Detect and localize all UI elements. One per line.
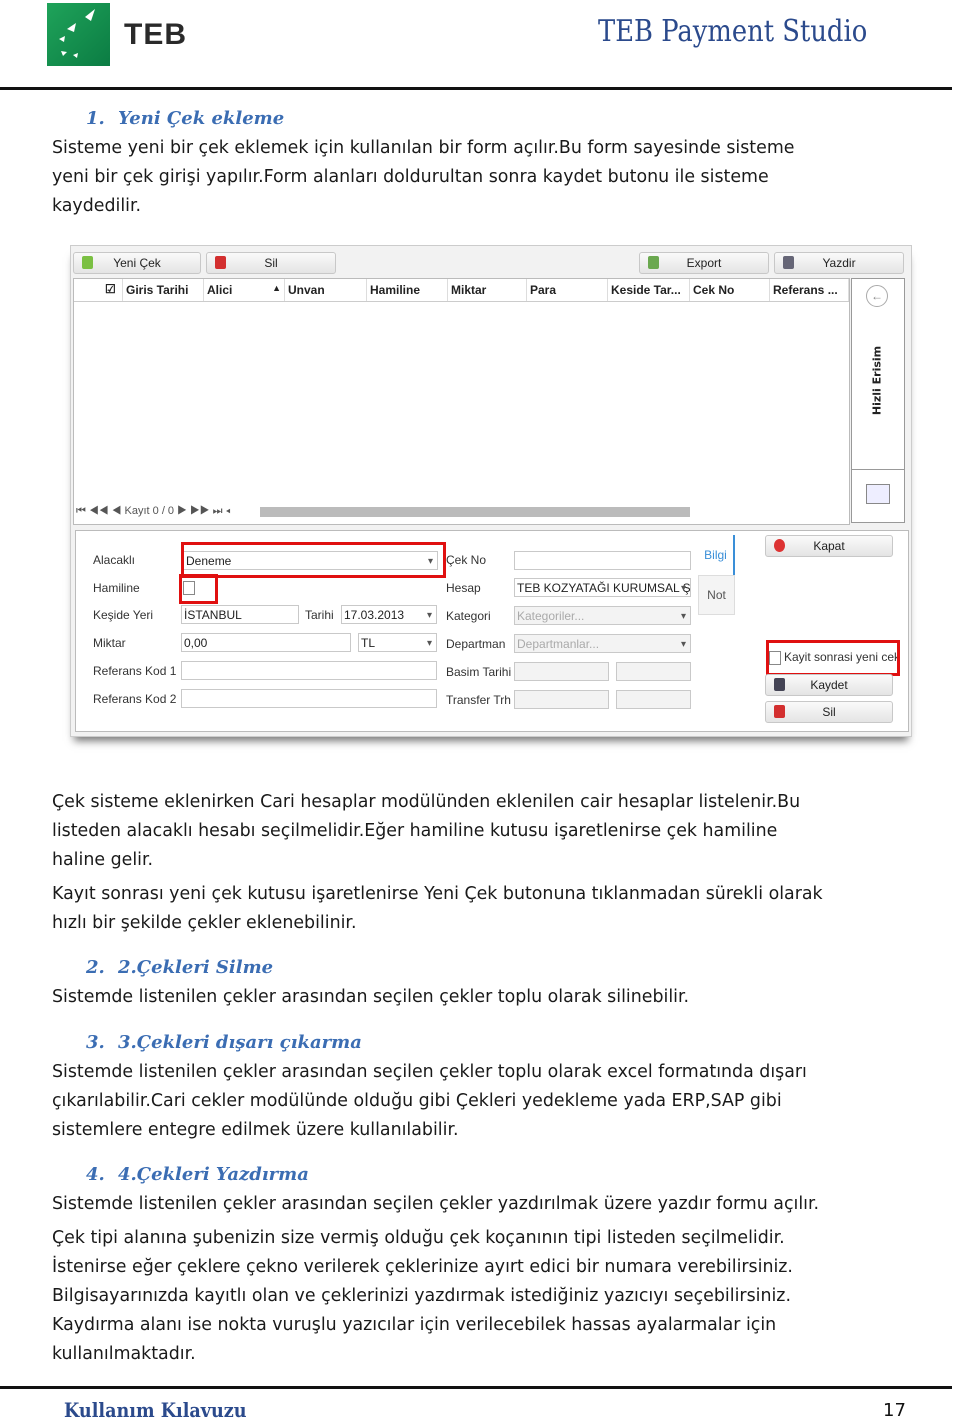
horizontal-scrollbar[interactable] (260, 507, 690, 517)
col-alici[interactable]: Alici ▲ (204, 279, 285, 301)
col-hamiline[interactable]: Hamiline (367, 279, 448, 301)
keside-yeri-label: Keşide Yeri (93, 608, 154, 622)
list-icon[interactable] (866, 484, 890, 504)
delete-icon (774, 705, 785, 718)
tab-bilgi[interactable]: Bilgi (698, 535, 735, 575)
back-arrow-icon[interactable]: ← (866, 285, 888, 307)
section-heading-3: 3. 3.Çekleri dışarı çıkarma (86, 1032, 362, 1053)
hesap-label: Hesap (446, 581, 481, 595)
basim-tarihi-label: Basim Tarihi (446, 665, 512, 679)
col-unvan[interactable]: Unvan (285, 279, 367, 301)
cekno-input[interactable] (514, 551, 691, 570)
delete-icon (215, 256, 226, 269)
section-3-text: Sistemde listenilen çekler arasından seç… (52, 1062, 807, 1140)
grid-header: ☑ Giris Tarihi Alici ▲ Unvan Hamiline Mik… (74, 279, 849, 302)
yeni-cek-button[interactable]: Yeni Çek (73, 252, 201, 274)
section-heading-2: 2. 2.Çekleri Silme (86, 957, 274, 978)
basim-tarihi-input-2[interactable] (616, 662, 691, 681)
print-form-explanation: Çek tipi alanına şubenizin size vermiş o… (52, 1228, 793, 1364)
export-button[interactable]: Export (639, 252, 769, 274)
footer-title: Kullanım Kılavuzu (64, 1398, 247, 1422)
grid-pager: ⏮ ◀◀ ◀ Kayıt 0 / 0 ▶ ▶▶ ⏭ ◂ (76, 505, 231, 517)
col-giris-tarihi[interactable]: Giris Tarihi (123, 279, 204, 301)
transfer-trh-input-2[interactable] (616, 690, 691, 709)
kategori-select[interactable]: Kategoriler... (514, 606, 691, 625)
sil-form-button[interactable]: Sil (765, 701, 893, 723)
header-divider (0, 87, 952, 90)
ref2-label: Referans Kod 2 (93, 692, 177, 706)
alacakli-explanation: Çek sisteme eklenirken Cari hesaplar mod… (52, 792, 801, 870)
hamiline-label: Hamiline (93, 581, 140, 595)
tarihi-label: Tarihi (305, 608, 334, 622)
keside-yeri-input[interactable]: İSTANBUL (181, 605, 299, 624)
document-title: TEB Payment Studio (598, 14, 868, 49)
document-page: TEB TEB Payment Studio 1. Yeni Çek ekleme… (0, 0, 960, 1423)
new-check-icon (82, 256, 93, 269)
kapat-button[interactable]: Kapat (765, 535, 893, 557)
departman-select[interactable]: Departmanlar... (514, 634, 691, 653)
kaydet-button[interactable]: Kaydet (765, 674, 893, 696)
section-4-text: Sistemde listenilen çekler arasından seç… (52, 1194, 820, 1214)
ref2-input[interactable] (181, 689, 437, 708)
section-1-text: Sisteme yeni bir çek eklemek için kullan… (52, 138, 795, 216)
footer-divider (0, 1386, 952, 1389)
save-icon (774, 678, 785, 691)
col-cek-no[interactable]: Cek No (690, 279, 770, 301)
col-keside-tarihi[interactable]: Keside Tar... (608, 279, 690, 301)
sil-toolbar-button[interactable]: Sil (206, 252, 336, 274)
highlight-box (766, 640, 900, 676)
quick-access-label[interactable]: Hizli Erisim (871, 336, 884, 426)
teb-logo-icon (47, 3, 110, 66)
export-icon (648, 256, 659, 269)
highlight-box (179, 574, 218, 604)
cek-entry-form: Alacaklı Deneme Hamiline Keşide Yeri İST… (75, 530, 909, 732)
section-heading-1: 1. Yeni Çek ekleme (86, 108, 285, 129)
kategori-label: Kategori (446, 609, 491, 623)
close-icon (774, 539, 785, 552)
alacakli-label: Alacaklı (93, 553, 136, 567)
sort-asc-icon: ▲ (272, 283, 281, 293)
checks-grid: ☑ Giris Tarihi Alici ▲ Unvan Hamiline Mik… (73, 278, 850, 525)
ref1-label: Referans Kod 1 (93, 664, 177, 678)
printer-icon (783, 256, 794, 269)
col-para[interactable]: Para (527, 279, 608, 301)
kayit-sonrasi-explanation: Kayıt sonrası yeni çek kutusu işaretleni… (52, 884, 823, 933)
col-referans[interactable]: Referans ... (770, 279, 849, 301)
quick-access-panel: ← Hizli Erisim (851, 278, 905, 523)
departman-label: Departman (446, 637, 506, 651)
yazdir-button[interactable]: Yazdir (774, 252, 904, 274)
transfer-trh-label: Transfer Trh (446, 693, 511, 707)
section-heading-4: 4. 4.Çekleri Yazdırma (86, 1164, 309, 1185)
highlight-box (181, 542, 446, 578)
hesap-select[interactable]: TEB KOZYATAĞI KURUMSAL ŞL (514, 578, 691, 597)
tarihi-date-picker[interactable]: 17.03.2013 (341, 605, 437, 624)
section-2-text: Sistemde listenilen çekler arasından seç… (52, 987, 690, 1007)
cekno-label: Çek No (446, 553, 487, 567)
cek-form-screenshot: Yeni Çek Sil Export Yazdir ☑ Giris Tarih… (70, 245, 912, 737)
pager-nav-icon[interactable]: ▶ ▶▶ ⏭ ◂ (177, 505, 231, 517)
para-select[interactable]: TL (358, 633, 437, 652)
page-number: 17 (883, 1400, 906, 1421)
basim-tarihi-input[interactable] (514, 662, 609, 681)
transfer-trh-input[interactable] (514, 690, 609, 709)
pager-nav-icon[interactable]: ⏮ ◀◀ ◀ (76, 505, 121, 517)
col-miktar[interactable]: Miktar (448, 279, 527, 301)
miktar-label: Miktar (93, 636, 126, 650)
miktar-input[interactable]: 0,00 (181, 633, 351, 652)
select-all-checkbox[interactable]: ☑ (102, 279, 123, 301)
tab-not[interactable]: Not (698, 575, 735, 615)
logo-text: TEB (124, 18, 187, 51)
ref1-input[interactable] (181, 661, 437, 680)
